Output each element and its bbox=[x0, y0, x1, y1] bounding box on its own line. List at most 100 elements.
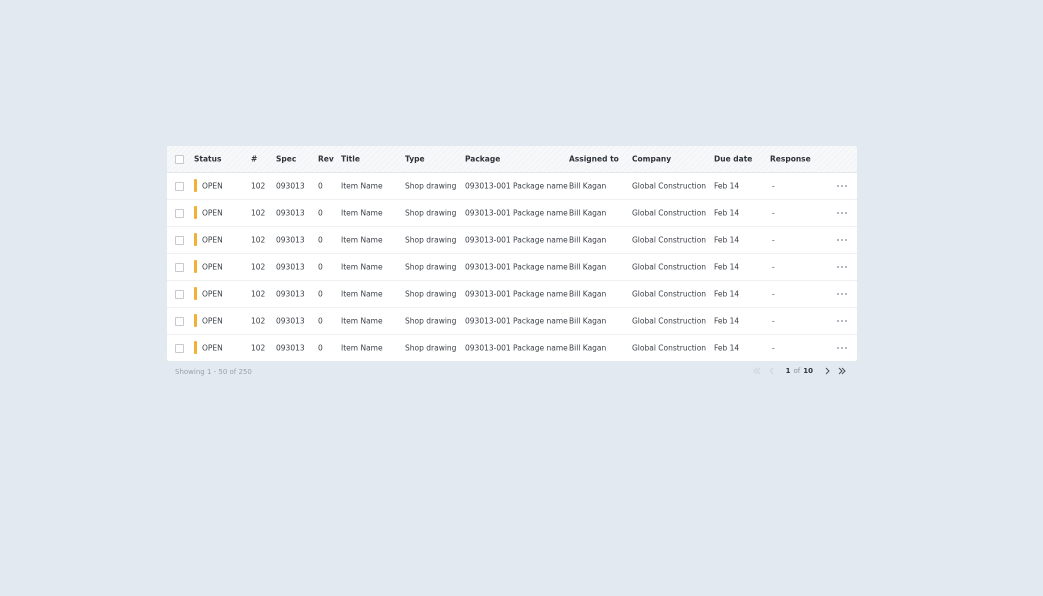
company-cell: Global Construction bbox=[632, 342, 707, 352]
response-cell: - bbox=[772, 180, 775, 190]
column-header-package[interactable]: Package bbox=[465, 155, 500, 163]
status-indicator bbox=[194, 205, 197, 219]
rev-cell: 0 bbox=[318, 207, 323, 217]
row-checkbox[interactable] bbox=[175, 343, 184, 353]
type-cell: Shop drawing bbox=[405, 261, 457, 271]
due-date-cell: Feb 14 bbox=[714, 234, 740, 244]
type-cell: Shop drawing bbox=[405, 315, 457, 325]
column-header-title[interactable]: Title bbox=[341, 155, 360, 163]
due-date-cell: Feb 14 bbox=[714, 261, 740, 271]
status-text: OPEN bbox=[202, 234, 223, 244]
spec-cell: 093013 bbox=[276, 288, 305, 298]
title-cell[interactable]: Item Name bbox=[341, 236, 383, 244]
page-current[interactable]: 1 bbox=[786, 367, 791, 375]
package-cell: 093013-001 Package name bbox=[465, 261, 568, 271]
assigned-to-cell: Bill Kagan bbox=[569, 234, 607, 244]
assigned-to-cell: Bill Kagan bbox=[569, 180, 607, 190]
column-header-rev[interactable]: Rev bbox=[318, 155, 334, 163]
package-cell: 093013-001 Package name bbox=[465, 342, 568, 352]
column-header-spec[interactable]: Spec bbox=[276, 155, 296, 163]
response-cell: - bbox=[772, 207, 775, 217]
status-text: OPEN bbox=[202, 288, 223, 298]
table-row[interactable]: OPEN 102 093013 0 Item Name Shop drawing 09301… bbox=[167, 199, 857, 227]
title-cell[interactable]: Item Name bbox=[341, 290, 383, 298]
table-row[interactable]: OPEN 102 093013 0 Item Name Shop drawing 09301… bbox=[167, 172, 857, 200]
assigned-to-cell: Bill Kagan bbox=[569, 342, 607, 352]
chevron-right-icon[interactable] bbox=[823, 366, 832, 376]
company-cell: Global Construction bbox=[632, 234, 707, 244]
column-header-assigned-to[interactable]: Assigned to bbox=[569, 155, 619, 163]
response-cell: - bbox=[772, 288, 775, 298]
table-footer: Showing 1 - 50 of 250 1 of 10 bbox=[167, 362, 857, 380]
title-cell[interactable]: Item Name bbox=[341, 344, 383, 352]
title-cell[interactable]: Item Name bbox=[341, 263, 383, 271]
select-all-checkbox[interactable] bbox=[175, 155, 184, 164]
page-total: 10 bbox=[803, 367, 813, 375]
table-row[interactable]: OPEN 102 093013 0 Item Name Shop drawing 09301… bbox=[167, 280, 857, 308]
more-horizontal-icon[interactable] bbox=[837, 184, 847, 187]
status-text: OPEN bbox=[202, 180, 223, 190]
row-checkbox[interactable] bbox=[175, 208, 184, 218]
chevrons-right-icon[interactable] bbox=[838, 366, 847, 376]
assigned-to-cell: Bill Kagan bbox=[569, 315, 607, 325]
more-horizontal-icon[interactable] bbox=[837, 319, 847, 322]
more-horizontal-icon[interactable] bbox=[837, 238, 847, 241]
chevrons-left-icon[interactable] bbox=[752, 366, 761, 376]
spec-cell: 093013 bbox=[276, 342, 305, 352]
more-horizontal-icon[interactable] bbox=[837, 346, 847, 349]
spec-cell: 093013 bbox=[276, 234, 305, 244]
row-checkbox[interactable] bbox=[175, 181, 184, 191]
column-header-type[interactable]: Type bbox=[405, 155, 425, 163]
company-cell: Global Construction bbox=[632, 315, 707, 325]
title-cell[interactable]: Item Name bbox=[341, 209, 383, 217]
number-cell: 102 bbox=[251, 288, 266, 298]
spec-cell: 093013 bbox=[276, 207, 305, 217]
more-horizontal-icon[interactable] bbox=[837, 292, 847, 295]
column-header-due-date[interactable]: Due date bbox=[714, 155, 752, 163]
table-row[interactable]: OPEN 102 093013 0 Item Name Shop drawing 09301… bbox=[167, 307, 857, 335]
package-cell: 093013-001 Package name bbox=[465, 315, 568, 325]
company-cell: Global Construction bbox=[632, 261, 707, 271]
package-cell: 093013-001 Package name bbox=[465, 288, 568, 298]
more-horizontal-icon[interactable] bbox=[837, 211, 847, 214]
row-checkbox[interactable] bbox=[175, 316, 184, 326]
table-row[interactable]: OPEN 102 093013 0 Item Name Shop drawing 09301… bbox=[167, 334, 857, 361]
table-row[interactable]: OPEN 102 093013 0 Item Name Shop drawing 09301… bbox=[167, 253, 857, 281]
showing-count: Showing 1 - 50 of 250 bbox=[175, 368, 252, 376]
page-indicator: 1 of 10 bbox=[786, 367, 813, 375]
table-row[interactable]: OPEN 102 093013 0 Item Name Shop drawing 09301… bbox=[167, 226, 857, 254]
number-cell: 102 bbox=[251, 315, 266, 325]
column-header-status[interactable]: Status bbox=[194, 155, 221, 163]
number-cell: 102 bbox=[251, 207, 266, 217]
response-cell: - bbox=[772, 315, 775, 325]
title-cell[interactable]: Item Name bbox=[341, 182, 383, 190]
status-text: OPEN bbox=[202, 207, 223, 217]
column-header-number[interactable]: # bbox=[251, 155, 257, 163]
rev-cell: 0 bbox=[318, 288, 323, 298]
rev-cell: 0 bbox=[318, 180, 323, 190]
row-checkbox[interactable] bbox=[175, 235, 184, 245]
spec-cell: 093013 bbox=[276, 315, 305, 325]
package-cell: 093013-001 Package name bbox=[465, 180, 568, 190]
status-indicator bbox=[194, 340, 197, 354]
type-cell: Shop drawing bbox=[405, 180, 457, 190]
column-header-response[interactable]: Response bbox=[770, 155, 811, 163]
title-cell[interactable]: Item Name bbox=[341, 317, 383, 325]
package-cell: 093013-001 Package name bbox=[465, 207, 568, 217]
column-header-company[interactable]: Company bbox=[632, 155, 671, 163]
status-text: OPEN bbox=[202, 315, 223, 325]
number-cell: 102 bbox=[251, 342, 266, 352]
rev-cell: 0 bbox=[318, 315, 323, 325]
pagination: 1 of 10 bbox=[752, 366, 847, 376]
company-cell: Global Construction bbox=[632, 288, 707, 298]
row-checkbox[interactable] bbox=[175, 289, 184, 299]
assigned-to-cell: Bill Kagan bbox=[569, 261, 607, 271]
type-cell: Shop drawing bbox=[405, 288, 457, 298]
chevron-left-icon[interactable] bbox=[767, 366, 776, 376]
status-indicator bbox=[194, 286, 197, 300]
company-cell: Global Construction bbox=[632, 180, 707, 190]
due-date-cell: Feb 14 bbox=[714, 342, 740, 352]
type-cell: Shop drawing bbox=[405, 234, 457, 244]
more-horizontal-icon[interactable] bbox=[837, 265, 847, 268]
row-checkbox[interactable] bbox=[175, 262, 184, 272]
